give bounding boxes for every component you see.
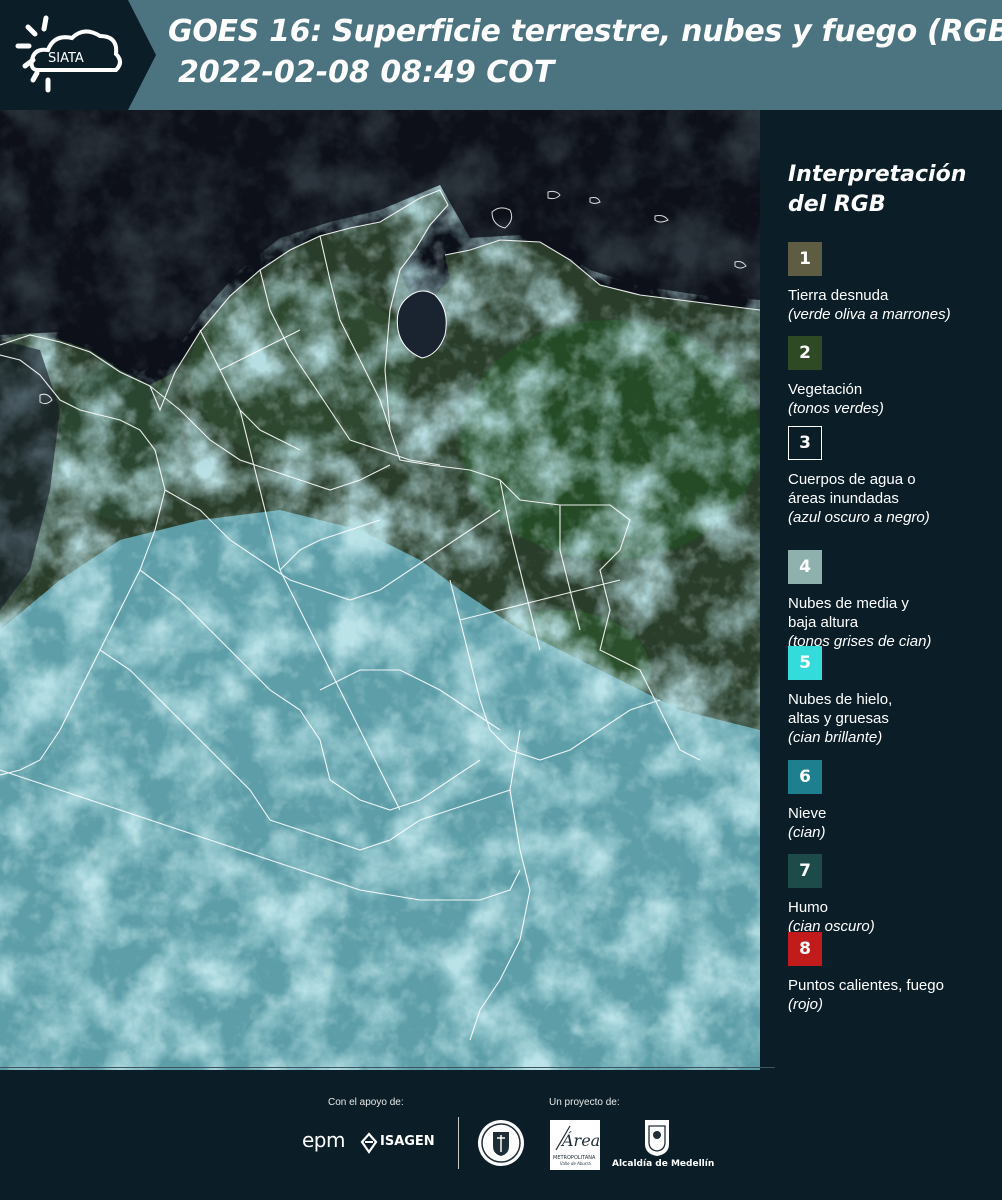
antioquia-seal-logo [476, 1118, 526, 1172]
rgb-legend: Interpretación del RGB 1 Tierra desnuda (v… [760, 110, 1002, 1070]
legend-swatch: 3 [788, 426, 822, 460]
medellin-coat-of-arms-icon [645, 1120, 669, 1156]
legend-divider [0, 1067, 775, 1068]
legend-swatch: 7 [788, 854, 822, 888]
legend-title: Interpretación del RGB [788, 160, 998, 220]
legend-label: Humo [788, 898, 998, 917]
legend-swatch: 8 [788, 932, 822, 966]
siata-logo-text: SIATA [48, 51, 84, 66]
legend-swatch: 5 [788, 646, 822, 680]
project-label: Un proyecto de: [549, 1097, 620, 1108]
legend-note: (cian brillante) [788, 729, 883, 746]
siata-logo: SIATA [0, 0, 156, 110]
area-metropolitana-logo: Área METROPOLITANA Valle de Aburrá [550, 1120, 600, 1170]
legend-item: 2 Vegetación (tonos verdes) [788, 336, 998, 418]
legend-label: Nubes de hielo, altas y gruesas [788, 690, 998, 728]
legend-label-line: Nubes de media y [788, 595, 909, 612]
legend-label: Vegetación [788, 380, 998, 399]
isagen-text: ISAGEN [380, 1134, 435, 1149]
support-label: Con el apoyo de: [328, 1097, 404, 1108]
legend-swatch: 1 [788, 242, 822, 276]
satellite-map-image [0, 110, 760, 1070]
legend-item: 5 Nubes de hielo, altas y gruesas (cian bri… [788, 646, 998, 747]
legend-label-line: Tierra desnuda [788, 287, 889, 304]
footer: Con el apoyo de: Un proyecto de: epm ISA… [0, 1070, 1002, 1200]
legend-note: (cian) [788, 824, 826, 841]
legend-swatch: 2 [788, 336, 822, 370]
legend-label-line: Nieve [788, 805, 827, 822]
legend-note: (tonos verdes) [788, 400, 884, 417]
legend-item: 4 Nubes de media y baja altura (tonos grise… [788, 550, 998, 651]
legend-item: 8 Puntos calientes, fuego (rojo) [788, 932, 998, 1014]
legend-label: Nubes de media y baja altura [788, 594, 998, 632]
header-bar: SIATA GOES 16: Superficie terrestre, nub… [0, 0, 1002, 110]
legend-label-line: altas y gruesas [788, 710, 889, 727]
legend-label-line: Cuerpos de agua o [788, 471, 916, 488]
satellite-map [0, 110, 760, 1070]
footer-divider [458, 1117, 459, 1169]
legend-swatch: 4 [788, 550, 822, 584]
legend-label: Tierra desnuda [788, 286, 998, 305]
page-timestamp: 2022-02-08 08:49 COT [178, 55, 555, 90]
legend-label-line: Vegetación [788, 381, 863, 398]
legend-label-line: Humo [788, 899, 829, 916]
legend-label-line: áreas inundadas [788, 490, 899, 507]
alcaldia-text: Alcaldía de Medellín [612, 1159, 715, 1169]
legend-swatch: 6 [788, 760, 822, 794]
epm-logo: epm [302, 1128, 345, 1152]
legend-item: 1 Tierra desnuda (verde oliva a marrones) [788, 242, 998, 324]
legend-label: Nieve [788, 804, 998, 823]
legend-title-line1: Interpretación [788, 162, 967, 187]
legend-label-line: baja altura [788, 614, 859, 631]
legend-label-line: Nubes de hielo, [788, 691, 893, 708]
legend-label: Cuerpos de agua o áreas inundadas [788, 470, 998, 508]
page-title: GOES 16: Superficie terrestre, nubes y f… [168, 14, 1002, 49]
isagen-mark-icon [360, 1132, 378, 1154]
legend-note: (verde oliva a marrones) [788, 306, 951, 323]
legend-title-line2: del RGB [788, 192, 886, 217]
legend-note: (rojo) [788, 996, 824, 1013]
legend-item: 6 Nieve (cian) [788, 760, 998, 842]
legend-label: Puntos calientes, fuego [788, 976, 998, 995]
isagen-logo: ISAGEN [360, 1132, 442, 1156]
legend-item: 7 Humo (cian oscuro) [788, 854, 998, 936]
svg-text:Valle de Aburrá: Valle de Aburrá [560, 1161, 591, 1166]
legend-note: (azul oscuro a negro) [788, 509, 930, 526]
alcaldia-medellin-logo: Alcaldía de Medellín [612, 1118, 715, 1176]
legend-item: 3 Cuerpos de agua o áreas inundadas (azul o… [788, 426, 998, 527]
legend-label-line: Puntos calientes, fuego [788, 977, 944, 994]
